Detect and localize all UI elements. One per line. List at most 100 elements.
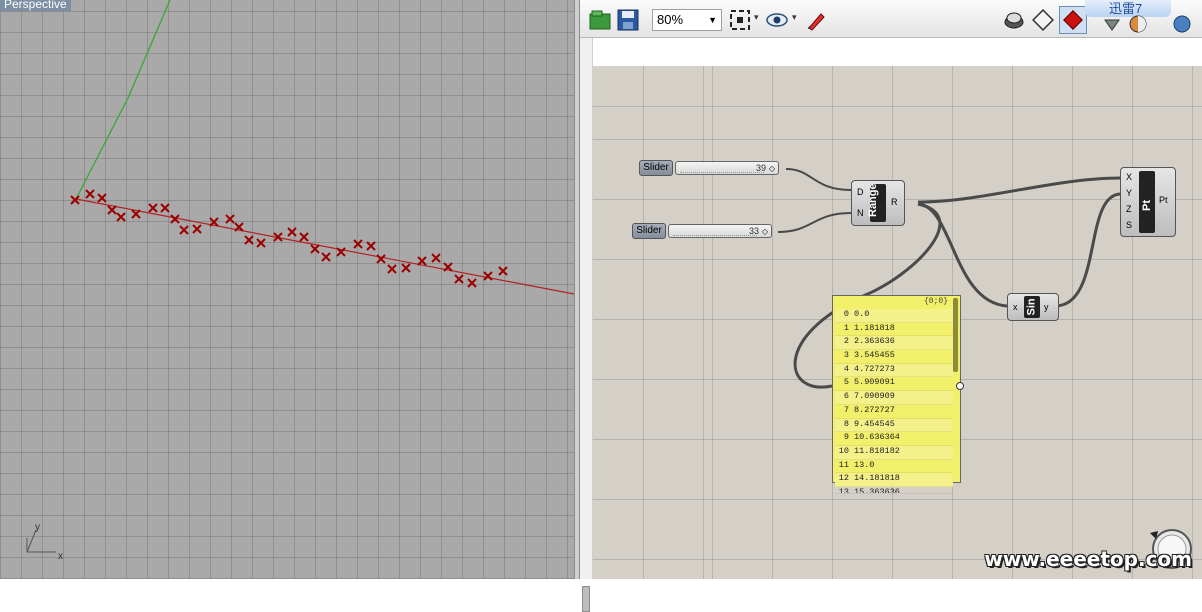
preview-wireframe-icon[interactable] xyxy=(1002,8,1026,32)
panel-row: 2 2.363636 xyxy=(835,336,953,351)
sin-output-y[interactable]: y xyxy=(1044,302,1049,312)
range-input-n[interactable]: N xyxy=(857,208,864,218)
grasshopper-editor: 80% ▼ ▾ ▾ 迅雷7 Slider 39 ◇ Slider 33 ◇ D … xyxy=(580,0,1202,612)
point-marker xyxy=(417,256,427,266)
scrollbar-thumb[interactable] xyxy=(582,586,590,612)
point-marker xyxy=(70,195,80,205)
axis-gizmo-x-label: x xyxy=(58,551,63,562)
sin-component[interactable]: x Sin y xyxy=(1007,293,1059,321)
panel-rows: 0 0.0 1 1.181818 2 2.363636 3 3.545455 4 4.72… xyxy=(835,309,953,494)
slider-2-value: 33 xyxy=(748,226,759,236)
slider-1-track[interactable]: 39 ◇ xyxy=(675,161,779,175)
wire-slider2-range xyxy=(777,212,852,233)
point-marker xyxy=(321,252,331,262)
sin-core: Sin xyxy=(1024,296,1040,318)
pt-input-y[interactable]: Y xyxy=(1126,188,1132,198)
preview-eye-icon[interactable] xyxy=(765,8,789,32)
sin-title: Sin xyxy=(1025,298,1038,316)
point-marker xyxy=(353,239,363,249)
range-input-d[interactable]: D xyxy=(857,187,864,197)
point-marker xyxy=(244,235,254,245)
open-file-icon[interactable] xyxy=(588,8,612,32)
point-marker xyxy=(431,253,441,263)
grasshopper-toolbar: 80% ▼ ▾ ▾ 迅雷7 xyxy=(580,0,1202,38)
rhino-perspective-viewport[interactable]: x y Perspective xyxy=(0,0,574,579)
slider-2-track[interactable]: 33 ◇ xyxy=(668,224,772,238)
axis-gizmo-y-label: y xyxy=(35,522,40,533)
sphere-icon[interactable] xyxy=(1172,14,1192,34)
panel-scrollbar[interactable] xyxy=(953,298,958,372)
viewport-scene: x y xyxy=(26,0,574,562)
y-axis-line-ext xyxy=(127,0,171,99)
pt-output[interactable]: Pt xyxy=(1159,195,1168,205)
canvas-left-scrollbar[interactable] xyxy=(580,38,593,612)
point-marker xyxy=(160,203,170,213)
wire-sin-pt xyxy=(1054,192,1122,308)
watermark-text: www.eeeetop.com xyxy=(984,547,1192,571)
grasshopper-canvas[interactable]: Slider 39 ◇ Slider 33 ◇ D N Range R X Y … xyxy=(593,66,1202,579)
number-slider-1[interactable]: Slider 39 ◇ xyxy=(639,160,779,176)
point-marker xyxy=(116,212,126,222)
zoom-extents-caret[interactable]: ▾ xyxy=(754,12,759,23)
point-marker xyxy=(299,232,309,242)
slider-1-value: 39 xyxy=(755,163,766,173)
slider-1-label: Slider xyxy=(639,160,673,176)
wire-range-pt xyxy=(917,176,1122,204)
point-marker xyxy=(366,241,376,251)
panel-row: 5 5.909091 xyxy=(835,377,953,392)
construct-point-component[interactable]: X Y Z S Pt Pt xyxy=(1120,167,1176,237)
sketch-pen-icon[interactable] xyxy=(805,8,829,32)
zoom-dropdown[interactable]: 80% ▼ xyxy=(652,9,722,31)
panel-output-port[interactable] xyxy=(956,382,964,390)
panel-row: 7 8.272727 xyxy=(835,405,953,419)
pt-input-x[interactable]: X xyxy=(1126,172,1132,182)
point-marker xyxy=(225,214,235,224)
panel-row: 12 14.181818 xyxy=(835,473,953,487)
number-slider-2[interactable]: Slider 33 ◇ xyxy=(632,223,772,239)
point-marker xyxy=(467,278,477,288)
point-marker xyxy=(287,227,297,237)
point-marker xyxy=(498,266,508,276)
range-output-r[interactable]: R xyxy=(891,197,898,207)
save-file-icon[interactable] xyxy=(616,8,640,32)
panel-row: 1 1.181818 xyxy=(835,323,953,337)
point-marker xyxy=(376,254,386,264)
panel-row: 4 4.727273 xyxy=(835,363,953,378)
pt-title: Pt xyxy=(1141,200,1153,211)
panel-row: 11 13.0 xyxy=(835,460,953,474)
preview-caret[interactable]: ▾ xyxy=(792,12,797,23)
x-axis-line xyxy=(75,198,574,295)
range-core: Range xyxy=(867,183,886,222)
zoom-value: 80% xyxy=(657,12,684,27)
pt-core: Pt xyxy=(1139,171,1155,233)
panel-row: 0 0.0 xyxy=(835,309,953,323)
slider-1-knob-icon[interactable]: ◇ xyxy=(769,164,775,173)
slider-2-knob-icon[interactable]: ◇ xyxy=(762,227,768,236)
material-icon[interactable] xyxy=(1128,14,1148,34)
data-panel[interactable]: {0;0} 0 0.0 1 1.181818 2 2.363636 3 3.545455… xyxy=(832,295,964,494)
wire-slider1-range xyxy=(785,168,852,191)
panel-row: 3 3.545455 xyxy=(835,350,953,364)
point-marker xyxy=(310,244,320,254)
panel-row: 8 9.454545 xyxy=(835,418,953,433)
panel-row: 10 11.818182 xyxy=(835,445,953,460)
preview-shaded-icon[interactable] xyxy=(1031,8,1055,32)
pt-input-s[interactable]: S xyxy=(1126,220,1132,230)
panel-row: 9 10.636364 xyxy=(835,432,953,446)
point-marker xyxy=(131,209,141,219)
preview-selected-button[interactable] xyxy=(1059,6,1087,34)
viewport-title[interactable]: Perspective xyxy=(0,0,71,11)
sin-input-x[interactable]: x xyxy=(1013,302,1018,312)
range-component[interactable]: D N Range R xyxy=(851,180,905,226)
bake-icon[interactable] xyxy=(1102,14,1122,34)
point-marker xyxy=(192,224,202,234)
canvas-ruler-strip xyxy=(593,38,1202,66)
point-marker xyxy=(85,189,95,199)
pt-input-z[interactable]: Z xyxy=(1126,204,1132,214)
zoom-extents-icon[interactable] xyxy=(728,8,752,32)
point-marker xyxy=(401,263,411,273)
point-marker xyxy=(483,271,493,281)
axis-gizmo-icon xyxy=(26,529,56,553)
range-title: Range xyxy=(867,183,879,217)
panel-path-header: {0;0} xyxy=(923,297,948,306)
